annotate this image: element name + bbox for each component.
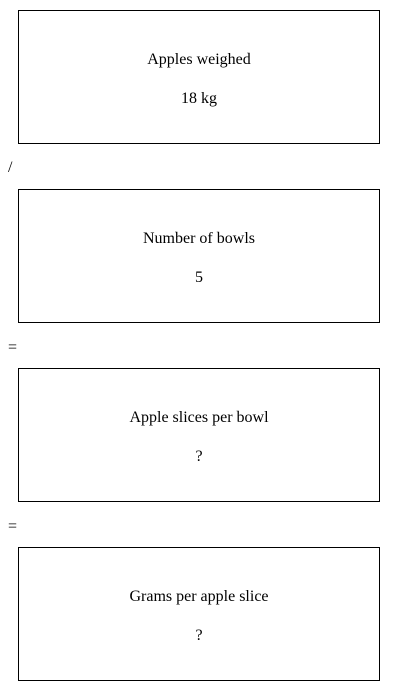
number-of-bowls-box: Number of bowls 5 — [18, 189, 380, 323]
box-value: ? — [195, 627, 203, 644]
box-value: 5 — [195, 269, 203, 286]
apple-slices-per-bowl-box: Apple slices per bowl ? — [18, 368, 380, 502]
box-label: Apple slices per bowl — [129, 409, 269, 426]
grams-per-apple-slice-box: Grams per apple slice ? — [18, 547, 380, 681]
box-label: Number of bowls — [143, 230, 255, 247]
box-label: Apples weighed — [147, 51, 251, 68]
apples-weighed-box: Apples weighed 18 kg — [18, 10, 380, 144]
equals-operator: = — [8, 339, 18, 356]
box-value: 18 kg — [181, 90, 217, 107]
equals-operator: = — [8, 518, 18, 535]
box-value: ? — [195, 448, 203, 465]
box-label: Grams per apple slice — [129, 588, 269, 605]
divide-operator: / — [8, 159, 13, 176]
